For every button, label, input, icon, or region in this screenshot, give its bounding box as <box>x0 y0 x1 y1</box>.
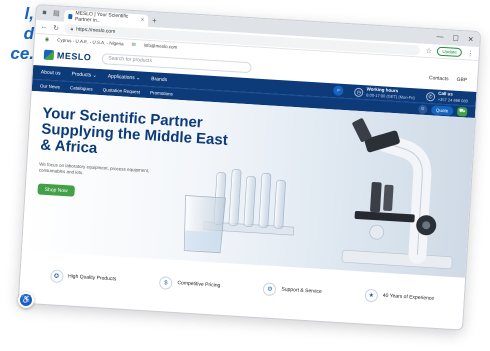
feature-label: Competitive Pricing <box>177 280 221 289</box>
hero-title: Your Scientific Partner Supplying the Mi… <box>39 104 229 157</box>
page: l, d ce. ■ ▤ MESLO | Your Scientific Par… <box>0 0 490 351</box>
nav-item-about[interactable]: About us <box>41 69 61 76</box>
lock-icon[interactable]: 🔒︎ <box>70 26 73 32</box>
favicon-icon <box>68 13 73 19</box>
location-icon: ◉ <box>44 36 50 43</box>
back-icon[interactable]: ← <box>40 23 47 30</box>
search-icon[interactable]: ⌕ <box>333 85 344 96</box>
microscope <box>341 118 453 269</box>
clock-icon: ◷ <box>354 87 364 97</box>
slogan-fragment: l, d ce. <box>4 4 34 64</box>
contacts-link[interactable]: Contacts <box>429 75 449 82</box>
call-us[interactable]: ✆ Call us +357 24 666 080 <box>425 90 469 105</box>
update-button[interactable]: Update <box>437 46 463 58</box>
feature-pricing: $ Competitive Pricing <box>159 275 221 293</box>
search-placeholder: Search for products <box>108 55 153 65</box>
price-icon: $ <box>159 275 173 290</box>
nav-item-products[interactable]: Products ⌄ <box>71 71 97 79</box>
site-logo[interactable]: MESLO <box>43 49 92 63</box>
feature-experience: ★ 40 Years of Experience <box>364 288 434 305</box>
shop-now-button[interactable]: Shop Now <box>37 183 76 197</box>
close-tab-icon[interactable]: × <box>140 17 144 23</box>
tab-list-icon[interactable]: ▤ <box>52 10 60 18</box>
close-window-icon[interactable]: ✕ <box>468 35 474 43</box>
nav-item-quotation[interactable]: Quotation Request <box>103 87 141 94</box>
browser-window: ■ ▤ MESLO | Your Scientific Partner in..… <box>17 4 482 331</box>
new-tab-icon[interactable]: + <box>152 16 157 25</box>
feature-support: ⚙ Support & Service <box>263 281 322 299</box>
beaker <box>183 195 226 254</box>
experience-icon: ★ <box>364 288 379 302</box>
menu-icon[interactable]: ■ <box>40 9 48 17</box>
quote-label: Quote <box>435 107 449 114</box>
more-icon[interactable]: ⋮ <box>467 49 474 57</box>
nav-item-brands[interactable]: Brands <box>151 76 167 83</box>
header-links: Contacts GBP <box>429 75 468 83</box>
hero-banner: Your Scientific Partner Supplying the Mi… <box>21 90 475 278</box>
feature-label: 40 Years of Experience <box>382 292 435 302</box>
minimize-icon[interactable]: — <box>436 34 443 42</box>
phone-icon: ✆ <box>425 91 436 102</box>
slogan-line-3: ce. <box>10 44 34 63</box>
email-link[interactable]: info@meslo.com <box>144 43 178 50</box>
feature-quality: ✪ High Quality Products <box>49 268 117 286</box>
award-icon: ✪ <box>49 268 64 283</box>
feature-label: Support & Service <box>281 286 322 295</box>
star-icon[interactable]: ☆ <box>425 46 432 54</box>
nav-item-catalogues[interactable]: Catalogues <box>70 85 93 91</box>
nav-item-applications[interactable]: Applications ⌄ <box>108 74 141 82</box>
nav-item-news[interactable]: Our News <box>40 83 60 89</box>
reload-icon[interactable]: ↻ <box>52 24 59 32</box>
slogan-line-1: l, <box>24 4 34 23</box>
hero-description: We focus on laboratory equipment, proces… <box>38 161 150 176</box>
logo-mark-icon <box>43 49 55 61</box>
window-controls: — ☐ ✕ <box>436 34 474 44</box>
accessibility-icon[interactable]: ♿ <box>18 292 34 308</box>
user-icon[interactable]: ☺ <box>417 104 428 115</box>
mail-icon: ✉ <box>131 41 136 48</box>
url-text: https://meslo.com <box>76 26 116 35</box>
logo-text: MESLO <box>56 50 92 63</box>
cart-icon[interactable]: ⛟ <box>456 106 468 117</box>
nav-item-promotions[interactable]: Promotions <box>150 90 173 96</box>
support-icon: ⚙ <box>263 281 277 296</box>
slogan-line-2: d <box>23 24 34 43</box>
shop-now-label: Shop Now <box>44 186 68 194</box>
feature-label: High Quality Products <box>67 273 117 283</box>
currency-selector[interactable]: GBP <box>456 77 467 84</box>
maximize-icon[interactable]: ☐ <box>452 34 459 42</box>
quote-button[interactable]: Quote <box>430 105 454 116</box>
